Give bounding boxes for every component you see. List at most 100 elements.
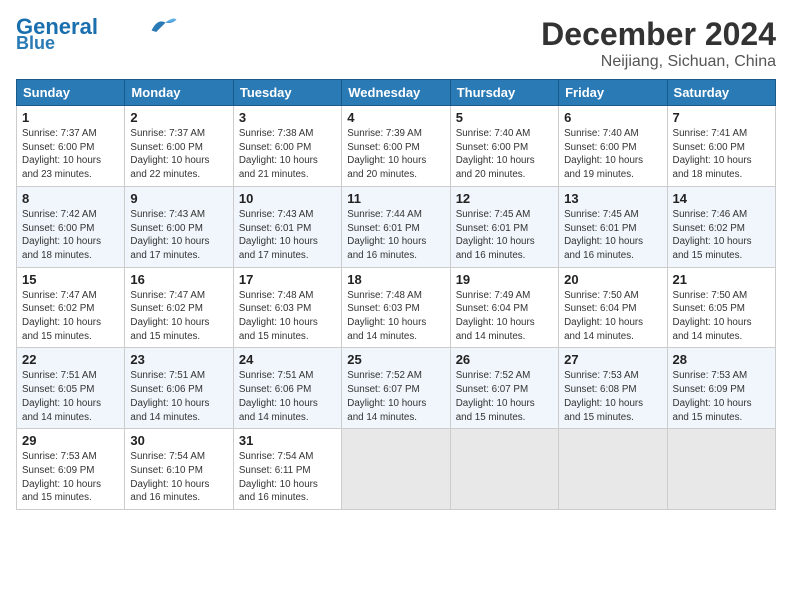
weekday-header-row: SundayMondayTuesdayWednesdayThursdayFrid… — [17, 80, 776, 106]
calendar-cell: 23Sunrise: 7:51 AMSunset: 6:06 PMDayligh… — [125, 348, 233, 429]
logo-blue-text: Blue — [16, 34, 55, 52]
calendar-cell: 21 Sunrise: 7:50 AMSunset: 6:05 PMDayligh… — [667, 267, 775, 348]
day-number: 18 — [347, 272, 444, 287]
day-number: 22 — [22, 352, 119, 367]
calendar-cell: 6 Sunrise: 7:40 AMSunset: 6:00 PMDaylight… — [559, 106, 667, 187]
weekday-header-sunday: Sunday — [17, 80, 125, 106]
day-info: Sunrise: 7:48 AMSunset: 6:03 PMDaylight:… — [239, 289, 336, 344]
day-info: Sunrise: 7:43 AMSunset: 6:00 PMDaylight:… — [130, 208, 227, 263]
day-number: 9 — [130, 191, 227, 206]
day-info: Sunrise: 7:51 AMSunset: 6:05 PMDaylight:… — [22, 369, 119, 424]
day-info: Sunrise: 7:42 AMSunset: 6:00 PMDaylight:… — [22, 208, 119, 263]
day-number: 25 — [347, 352, 444, 367]
calendar-cell: 5 Sunrise: 7:40 AMSunset: 6:00 PMDaylight… — [450, 106, 558, 187]
calendar-cell: 29 Sunrise: 7:53 AMSunset: 6:09 PMDayligh… — [17, 429, 125, 510]
logo-bird-icon — [150, 16, 178, 34]
calendar-cell: 19 Sunrise: 7:49 AMSunset: 6:04 PMDayligh… — [450, 267, 558, 348]
day-number: 1 — [22, 110, 119, 125]
calendar-cell — [667, 429, 775, 510]
day-number: 15 — [22, 272, 119, 287]
location-title: Neijiang, Sichuan, China — [541, 53, 776, 71]
day-number: 19 — [456, 272, 553, 287]
calendar-cell: 26Sunrise: 7:52 AMSunset: 6:07 PMDayligh… — [450, 348, 558, 429]
day-info: Sunrise: 7:41 AMSunset: 6:00 PMDaylight:… — [673, 127, 770, 182]
day-info: Sunrise: 7:51 AMSunset: 6:06 PMDaylight:… — [239, 369, 336, 424]
day-number: 20 — [564, 272, 661, 287]
day-number: 13 — [564, 191, 661, 206]
day-number: 10 — [239, 191, 336, 206]
day-info: Sunrise: 7:45 AMSunset: 6:01 PMDaylight:… — [456, 208, 553, 263]
day-info: Sunrise: 7:43 AMSunset: 6:01 PMDaylight:… — [239, 208, 336, 263]
weekday-header-wednesday: Wednesday — [342, 80, 450, 106]
calendar-cell: 10 Sunrise: 7:43 AMSunset: 6:01 PMDayligh… — [233, 186, 341, 267]
day-number: 21 — [673, 272, 770, 287]
day-info: Sunrise: 7:37 AMSunset: 6:00 PMDaylight:… — [130, 127, 227, 182]
calendar-cell: 17Sunrise: 7:48 AMSunset: 6:03 PMDayligh… — [233, 267, 341, 348]
day-number: 6 — [564, 110, 661, 125]
day-info: Sunrise: 7:53 AMSunset: 6:09 PMDaylight:… — [22, 450, 119, 505]
day-number: 11 — [347, 191, 444, 206]
weekday-header-thursday: Thursday — [450, 80, 558, 106]
day-info: Sunrise: 7:54 AMSunset: 6:11 PMDaylight:… — [239, 450, 336, 505]
day-info: Sunrise: 7:40 AMSunset: 6:00 PMDaylight:… — [564, 127, 661, 182]
day-number: 28 — [673, 352, 770, 367]
calendar-cell: 20Sunrise: 7:50 AMSunset: 6:04 PMDayligh… — [559, 267, 667, 348]
calendar-cell — [342, 429, 450, 510]
calendar-cell: 13Sunrise: 7:45 AMSunset: 6:01 PMDayligh… — [559, 186, 667, 267]
day-number: 3 — [239, 110, 336, 125]
calendar-cell: 31Sunrise: 7:54 AMSunset: 6:11 PMDayligh… — [233, 429, 341, 510]
calendar-cell — [559, 429, 667, 510]
day-number: 12 — [456, 191, 553, 206]
weekday-header-monday: Monday — [125, 80, 233, 106]
calendar-week-row: 15 Sunrise: 7:47 AMSunset: 6:02 PMDayligh… — [17, 267, 776, 348]
day-info: Sunrise: 7:38 AMSunset: 6:00 PMDaylight:… — [239, 127, 336, 182]
day-info: Sunrise: 7:40 AMSunset: 6:00 PMDaylight:… — [456, 127, 553, 182]
calendar-cell: 22 Sunrise: 7:51 AMSunset: 6:05 PMDayligh… — [17, 348, 125, 429]
calendar-cell: 3 Sunrise: 7:38 AMSunset: 6:00 PMDaylight… — [233, 106, 341, 187]
calendar-cell: 2 Sunrise: 7:37 AMSunset: 6:00 PMDaylight… — [125, 106, 233, 187]
month-title: December 2024 — [541, 16, 776, 53]
calendar-week-row: 22 Sunrise: 7:51 AMSunset: 6:05 PMDayligh… — [17, 348, 776, 429]
day-info: Sunrise: 7:53 AMSunset: 6:08 PMDaylight:… — [564, 369, 661, 424]
day-number: 29 — [22, 433, 119, 448]
calendar-cell: 8 Sunrise: 7:42 AMSunset: 6:00 PMDaylight… — [17, 186, 125, 267]
day-info: Sunrise: 7:54 AMSunset: 6:10 PMDaylight:… — [130, 450, 227, 505]
day-number: 8 — [22, 191, 119, 206]
calendar-cell: 14Sunrise: 7:46 AMSunset: 6:02 PMDayligh… — [667, 186, 775, 267]
calendar-cell: 7Sunrise: 7:41 AMSunset: 6:00 PMDaylight… — [667, 106, 775, 187]
calendar-cell: 1 Sunrise: 7:37 AMSunset: 6:00 PMDaylight… — [17, 106, 125, 187]
day-number: 2 — [130, 110, 227, 125]
calendar-week-row: 29 Sunrise: 7:53 AMSunset: 6:09 PMDayligh… — [17, 429, 776, 510]
calendar-cell: 16 Sunrise: 7:47 AMSunset: 6:02 PMDayligh… — [125, 267, 233, 348]
day-number: 24 — [239, 352, 336, 367]
day-info: Sunrise: 7:51 AMSunset: 6:06 PMDaylight:… — [130, 369, 227, 424]
calendar-cell — [450, 429, 558, 510]
day-info: Sunrise: 7:48 AMSunset: 6:03 PMDaylight:… — [347, 289, 444, 344]
day-number: 4 — [347, 110, 444, 125]
day-info: Sunrise: 7:37 AMSunset: 6:00 PMDaylight:… — [22, 127, 119, 182]
day-info: Sunrise: 7:39 AMSunset: 6:00 PMDaylight:… — [347, 127, 444, 182]
day-info: Sunrise: 7:50 AMSunset: 6:05 PMDaylight:… — [673, 289, 770, 344]
day-info: Sunrise: 7:52 AMSunset: 6:07 PMDaylight:… — [456, 369, 553, 424]
day-info: Sunrise: 7:52 AMSunset: 6:07 PMDaylight:… — [347, 369, 444, 424]
day-number: 30 — [130, 433, 227, 448]
calendar-cell: 28 Sunrise: 7:53 AMSunset: 6:09 PMDayligh… — [667, 348, 775, 429]
day-number: 5 — [456, 110, 553, 125]
day-number: 27 — [564, 352, 661, 367]
logo: General Blue — [16, 16, 178, 52]
calendar-cell: 27 Sunrise: 7:53 AMSunset: 6:08 PMDayligh… — [559, 348, 667, 429]
calendar-cell: 15 Sunrise: 7:47 AMSunset: 6:02 PMDayligh… — [17, 267, 125, 348]
calendar-table: SundayMondayTuesdayWednesdayThursdayFrid… — [16, 79, 776, 510]
calendar-cell: 24 Sunrise: 7:51 AMSunset: 6:06 PMDayligh… — [233, 348, 341, 429]
day-info: Sunrise: 7:47 AMSunset: 6:02 PMDaylight:… — [130, 289, 227, 344]
calendar-cell: 30 Sunrise: 7:54 AMSunset: 6:10 PMDayligh… — [125, 429, 233, 510]
calendar-cell: 25 Sunrise: 7:52 AMSunset: 6:07 PMDayligh… — [342, 348, 450, 429]
calendar-week-row: 8 Sunrise: 7:42 AMSunset: 6:00 PMDaylight… — [17, 186, 776, 267]
day-info: Sunrise: 7:53 AMSunset: 6:09 PMDaylight:… — [673, 369, 770, 424]
weekday-header-friday: Friday — [559, 80, 667, 106]
day-info: Sunrise: 7:49 AMSunset: 6:04 PMDaylight:… — [456, 289, 553, 344]
day-info: Sunrise: 7:44 AMSunset: 6:01 PMDaylight:… — [347, 208, 444, 263]
day-number: 16 — [130, 272, 227, 287]
weekday-header-tuesday: Tuesday — [233, 80, 341, 106]
day-info: Sunrise: 7:47 AMSunset: 6:02 PMDaylight:… — [22, 289, 119, 344]
